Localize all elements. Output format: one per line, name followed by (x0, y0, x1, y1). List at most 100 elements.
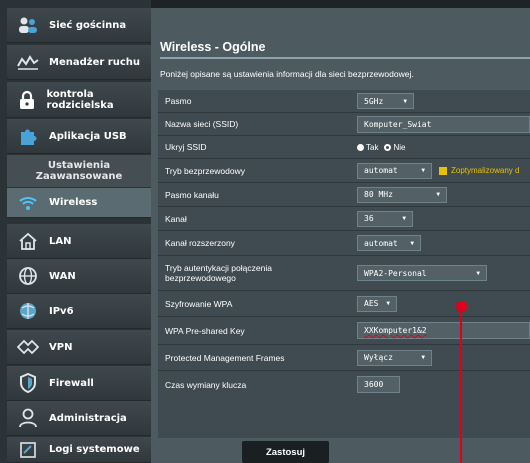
select-value: automat (364, 238, 398, 248)
row-bandwidth: Pasmo kanału 80 MHz ▼ (158, 183, 530, 207)
sidebar-item-label: Menadżer ruchu (49, 56, 140, 68)
apply-button[interactable]: Zastosuj (242, 441, 329, 463)
row-label: Kanał rozszerzony (165, 238, 235, 248)
sidebar-item-ipv6[interactable]: IPv6 (7, 294, 151, 329)
select-value: 80 MHz (364, 190, 393, 199)
sidebar-item-system-log[interactable]: Logi systemowe (7, 437, 151, 463)
sidebar-item-parental-control[interactable]: kontrola rodzicielska (7, 82, 151, 118)
row-label: Tryb autentykacji połączenia bezprzewodo… (165, 263, 272, 283)
shield-icon (17, 372, 39, 394)
guest-network-icon (17, 14, 39, 36)
title-divider (160, 57, 530, 59)
wpa-encryption-select[interactable]: AES ▼ (357, 295, 397, 312)
select-value: automat (364, 166, 398, 175)
dropdown-arrow-icon: ▼ (436, 191, 440, 198)
row-pmf: Protected Management Frames Wyłącz ▼ (158, 345, 530, 371)
dropdown-arrow-icon: ▼ (421, 167, 425, 174)
wireless-mode-select[interactable]: automat ▼ (357, 162, 432, 179)
row-ext-channel: Kanał rozszerzony automat ▼ (158, 231, 530, 256)
home-icon (17, 230, 39, 252)
globe-icon (17, 265, 39, 287)
sidebar-item-label: VPN (49, 341, 73, 353)
user-admin-icon (17, 407, 39, 429)
sidebar: Sieć gościnna Menadżer ruchu kontrola ro… (0, 0, 151, 463)
sidebar-item-label: Firewall (49, 377, 94, 389)
row-ssid: Nazwa sieci (SSID) Komputer_Swiat (158, 113, 530, 136)
lock-icon (17, 89, 37, 111)
sidebar-item-label: WAN (49, 270, 76, 282)
row-wpa-psk: WPA Pre-shared Key XXKomputer1&2 (158, 317, 530, 345)
radio-selected-icon (357, 143, 364, 151)
sidebar-item-label: Wireless (49, 197, 98, 208)
log-icon (17, 439, 39, 461)
sidebar-item-administration[interactable]: Administracja (7, 401, 151, 436)
sidebar-item-lan[interactable]: LAN (7, 224, 151, 259)
wpa-psk-input[interactable]: XXKomputer1&2 (357, 322, 530, 339)
row-label: Kanał (165, 213, 187, 224)
annotation-pointer-line (460, 310, 462, 463)
row-label: Ukryj SSID (165, 142, 207, 152)
sidebar-item-wireless[interactable]: Wireless (7, 188, 151, 218)
ipv6-globe-icon (17, 300, 39, 322)
settings-table: Pasmo 5GHz ▼ Nazwa sieci (SSID) Komputer… (158, 90, 530, 438)
ssid-input[interactable]: Komputer_Swiat (357, 115, 530, 133)
radio-unselected-icon (384, 143, 392, 151)
optimized-label: Zoptymalizowany d (451, 166, 520, 175)
sidebar-item-wan[interactable]: WAN (7, 259, 151, 294)
dropdown-arrow-icon: ▼ (402, 215, 406, 222)
vpn-icon (17, 336, 39, 358)
select-value: 36 (364, 214, 374, 223)
sidebar-item-label: LAN (49, 235, 72, 247)
dropdown-arrow-icon: ▼ (403, 97, 407, 105)
sidebar-item-label: Logi systemowe (49, 444, 140, 455)
wifi-icon (17, 192, 39, 214)
sidebar-item-label: Sieć gościnna (49, 19, 127, 31)
input-value: 3600 (364, 380, 384, 389)
row-wireless-mode: Tryb bezprzewodowy automat ▼ Zoptymalizo… (158, 159, 530, 183)
advanced-settings-header: Ustawienia Zaawansowane (7, 155, 151, 187)
sidebar-item-firewall[interactable]: Firewall (7, 366, 151, 401)
annotation-pointer-dot (456, 301, 467, 312)
select-value: 5GHz (364, 96, 384, 106)
select-value: Wyłącz (364, 353, 393, 362)
auth-mode-select[interactable]: WPA2-Personal ▼ (357, 265, 487, 281)
sidebar-item-usb-app[interactable]: Aplikacja USB (7, 119, 151, 154)
rekey-interval-input[interactable]: 3600 (357, 376, 400, 393)
main-panel: Wireless - Ogólne Poniżej opisane są ust… (151, 8, 530, 463)
sidebar-item-label: IPv6 (49, 305, 74, 317)
dropdown-arrow-icon: ▼ (386, 300, 390, 307)
traffic-manager-icon (17, 51, 39, 73)
band-select[interactable]: 5GHz ▼ (357, 93, 414, 109)
page-title: Wireless - Ogólne (160, 40, 266, 54)
row-hide-ssid: Ukryj SSID Tak Nie (158, 136, 530, 159)
select-value: AES (364, 299, 379, 308)
sidebar-item-guest-network[interactable]: Sieć gościnna (7, 8, 151, 43)
input-value: XXKomputer1&2 (364, 326, 427, 335)
sidebar-item-traffic-manager[interactable]: Menadżer ruchu (7, 45, 151, 80)
pmf-select[interactable]: Wyłącz ▼ (357, 349, 432, 366)
row-band: Pasmo 5GHz ▼ (158, 90, 530, 113)
select-value: WPA2-Personal (364, 268, 427, 278)
ext-channel-select[interactable]: automat ▼ (357, 235, 421, 251)
row-label: Czas wymiany klucza (165, 379, 247, 390)
row-label: Pasmo kanału (165, 189, 219, 200)
row-wpa-encryption: Szyfrowanie WPA AES ▼ (158, 291, 530, 317)
dropdown-arrow-icon: ▼ (421, 354, 425, 361)
channel-select[interactable]: 36 ▼ (357, 210, 413, 227)
sidebar-item-label: Administracja (49, 412, 127, 424)
dropdown-arrow-icon: ▼ (410, 239, 414, 247)
sidebar-item-vpn[interactable]: VPN (7, 330, 151, 365)
row-label: Tryb bezprzewodowy (165, 165, 245, 176)
hide-ssid-yes-radio[interactable]: Tak (357, 143, 378, 152)
row-label: Protected Management Frames (165, 352, 285, 363)
dropdown-arrow-icon: ▼ (476, 269, 480, 277)
hide-ssid-no-radio[interactable]: Nie (384, 143, 405, 152)
sidebar-item-label: Aplikacja USB (49, 130, 127, 142)
row-label: Pasmo (165, 96, 192, 106)
puzzle-icon (17, 125, 39, 147)
row-channel: Kanał 36 ▼ (158, 207, 530, 231)
optimized-checkbox[interactable] (439, 166, 447, 175)
sidebar-item-label: kontrola rodzicielska (46, 88, 114, 111)
bandwidth-select[interactable]: 80 MHz ▼ (357, 186, 447, 203)
row-auth-mode: Tryb autentykacji połączenia bezprzewodo… (158, 256, 530, 291)
